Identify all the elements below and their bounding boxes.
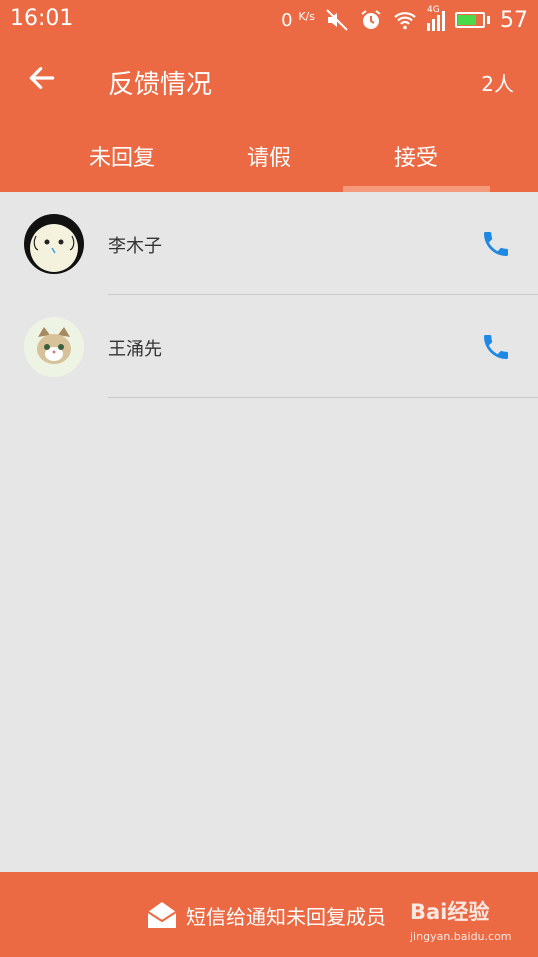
envelope-icon	[147, 902, 177, 928]
battery-icon	[455, 12, 490, 28]
wifi-icon	[394, 12, 416, 30]
page-title: 反馈情况	[108, 70, 213, 100]
status-icons: 0 K/s 4G 57	[281, 5, 528, 34]
net-speed-value: 0	[281, 9, 293, 31]
tab-bar: 未回复 请假 接受	[0, 120, 538, 192]
avatar	[24, 214, 84, 274]
watermark: Bai经验 jingyan.baidu.com	[410, 896, 512, 946]
mute-icon	[326, 9, 348, 31]
tab-leave[interactable]: 请假	[196, 140, 342, 172]
avatar	[24, 317, 84, 377]
signal-icon: 4G	[427, 5, 445, 31]
member-name: 李木子	[108, 236, 162, 257]
watermark-logo: Bai经验	[410, 900, 490, 924]
app-bar: 16:01 0 K/s 4G 57 反馈情况 2人 未回复 请假 接受	[0, 0, 538, 192]
net-speed: 0 K/s	[281, 10, 315, 31]
member-list: 李木子 王涌先	[0, 192, 538, 398]
header: 反馈情况 2人	[0, 40, 538, 120]
divider	[108, 397, 538, 398]
network-type: 4G	[427, 5, 440, 15]
alarm-icon	[361, 10, 381, 29]
status-time: 16:01	[10, 6, 74, 31]
member-count: 2人	[481, 72, 514, 96]
sms-notify-label: 短信给通知未回复成员	[186, 905, 386, 929]
tab-unreplied[interactable]: 未回复	[49, 140, 195, 172]
status-bar: 16:01 0 K/s 4G 57	[0, 0, 538, 40]
battery-level: 57	[500, 7, 528, 33]
tab-accepted[interactable]: 接受	[343, 140, 489, 172]
back-arrow-icon[interactable]	[26, 62, 58, 94]
list-item[interactable]: 李木子	[0, 192, 538, 295]
phone-icon[interactable]	[480, 228, 512, 260]
net-speed-unit: K/s	[298, 9, 315, 23]
watermark-url: jingyan.baidu.com	[410, 930, 512, 943]
member-name: 王涌先	[108, 339, 162, 360]
sms-notify-button[interactable]: 短信给通知未回复成员 Bai经验 jingyan.baidu.com	[0, 872, 538, 957]
list-item[interactable]: 王涌先	[0, 295, 538, 398]
phone-icon[interactable]	[480, 331, 512, 363]
